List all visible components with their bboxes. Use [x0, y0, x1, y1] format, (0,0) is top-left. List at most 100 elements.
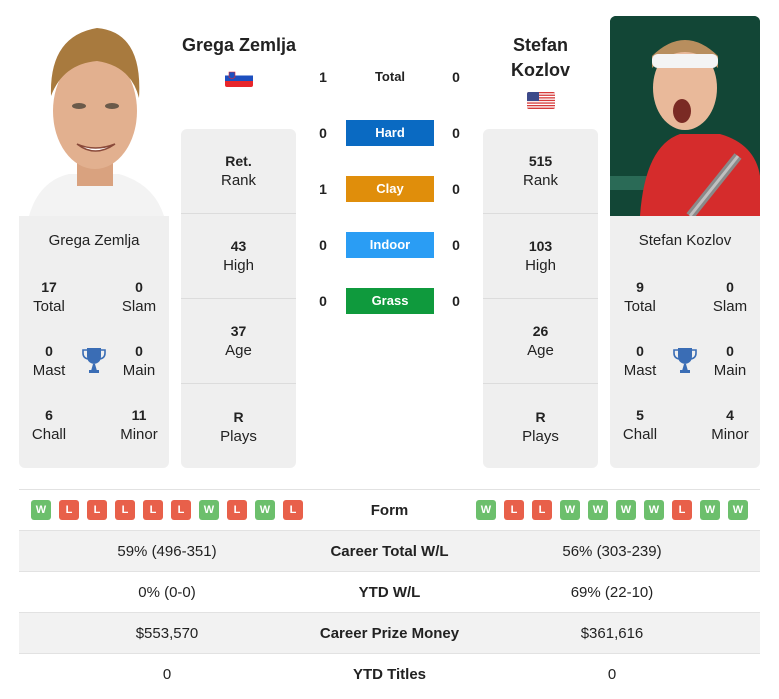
h2h-row-total: 1 Total 0 [305, 64, 475, 90]
player-photo-left[interactable] [19, 16, 169, 216]
h2h-left-count: 0 [319, 237, 327, 253]
player-name-left[interactable]: Grega Zemlja [175, 33, 303, 58]
comparison-label: Career Total W/L [330, 542, 449, 560]
comparison-right-value: 69% (22-10) [570, 583, 654, 601]
titles-card-player-name[interactable]: Grega Zemlja [19, 232, 169, 249]
form-win-badge[interactable]: W [728, 500, 748, 520]
comparison-left-value: $553,570 [135, 624, 199, 642]
form-win-badge[interactable]: W [31, 500, 51, 520]
form-loss-badge[interactable]: L [87, 500, 107, 520]
form-loss-badge[interactable]: L [227, 500, 247, 520]
comparison-row-career-wl: 59% (496-351) Career Total W/L 56% (303-… [19, 531, 760, 572]
titles-slam-value: 0 [135, 279, 143, 295]
titles-card-player-name[interactable]: Stefan Kozlov [610, 232, 760, 249]
h2h-row-grass: 0 Grass 0 [305, 288, 475, 314]
form-win-badge[interactable]: W [199, 500, 219, 520]
h2h-right-count: 0 [452, 293, 460, 309]
comparison-left-value: 0% (0-0) [138, 583, 196, 601]
plays-value: R [535, 408, 546, 425]
form-badges-left: WLLLLLWLWL [19, 500, 315, 520]
comparison-row-prize-money: $553,570 Career Prize Money $361,616 [19, 613, 760, 654]
plays-cell: R Plays [483, 384, 598, 469]
rank-label: Rank [220, 172, 257, 189]
form-win-badge[interactable]: W [616, 500, 636, 520]
form-loss-badge[interactable]: L [171, 500, 191, 520]
h2h-total-label: Total [374, 69, 406, 84]
titles-chall-value: 5 [636, 407, 644, 423]
form-loss-badge[interactable]: L [504, 500, 524, 520]
comparison-right-value: 56% (303-239) [562, 542, 662, 560]
titles-mast: 0 Mast [610, 341, 670, 381]
form-win-badge[interactable]: W [476, 500, 496, 520]
titles-minor-label: Minor [711, 426, 749, 443]
form-win-badge[interactable]: W [255, 500, 275, 520]
surface-grass-button[interactable]: Grass [346, 288, 434, 314]
titles-slam-label: Slam [121, 298, 157, 315]
form-win-badge[interactable]: W [560, 500, 580, 520]
h2h-right-count: 0 [452, 125, 460, 141]
age-label: Age [225, 342, 252, 359]
form-loss-badge[interactable]: L [143, 500, 163, 520]
h2h-row-indoor: 0 Indoor 0 [305, 232, 475, 258]
h2h-row-clay: 1 Clay 0 [305, 176, 475, 202]
form-left: WLLLLLWLWL [19, 500, 315, 520]
comparison-label: YTD Titles [352, 666, 427, 683]
player-photo-right[interactable] [610, 16, 760, 216]
titles-total: 17 Total [19, 277, 79, 317]
h2h-left-count: 1 [319, 69, 327, 85]
form-loss-badge[interactable]: L [672, 500, 692, 520]
h2h-left-count: 0 [319, 293, 327, 309]
comparison-right-value: 0 [607, 666, 617, 683]
flag-slovenia-icon [225, 70, 253, 87]
high-rank-label: High [525, 257, 556, 274]
titles-mast: 0 Mast [19, 341, 79, 381]
rank-value: 515 [528, 153, 553, 169]
titles-chall: 6 Chall [19, 405, 79, 445]
titles-chall-label: Chall [622, 426, 658, 443]
age-cell: 26 Age [483, 299, 598, 384]
titles-main: 0 Main [700, 341, 760, 381]
comparison-label: Form [370, 501, 409, 519]
trophy-icon [673, 348, 697, 373]
player-portrait-image [610, 16, 760, 216]
titles-chall-value: 6 [45, 407, 53, 423]
plays-label: Plays [220, 427, 257, 445]
high-rank-label: High [223, 257, 254, 274]
surface-hard-button[interactable]: Hard [346, 120, 434, 146]
titles-main-label: Main [122, 362, 156, 379]
rank-cell: Ret. Rank [181, 129, 296, 214]
titles-main-value: 0 [135, 343, 143, 359]
titles-minor: 4 Minor [700, 405, 760, 445]
form-win-badge[interactable]: W [644, 500, 664, 520]
surface-clay-button[interactable]: Clay [346, 176, 434, 202]
titles-main: 0 Main [109, 341, 169, 381]
titles-total-label: Total [33, 298, 65, 315]
titles-chall-label: Chall [31, 426, 67, 443]
titles-total-value: 17 [41, 279, 57, 295]
form-win-badge[interactable]: W [700, 500, 720, 520]
form-loss-badge[interactable]: L [283, 500, 303, 520]
form-right: WLLWWWWLWW [464, 500, 760, 520]
form-win-badge[interactable]: W [588, 500, 608, 520]
h2h-right-count: 0 [452, 237, 460, 253]
comparison-label: YTD W/L [358, 583, 421, 601]
titles-card-right: Stefan Kozlov 9 Total 0 Slam 0 Mast 0 Ma… [610, 216, 760, 468]
player-name-right[interactable]: Stefan Kozlov [483, 33, 598, 83]
high-rank-cell: 43 High [181, 214, 296, 299]
surface-indoor-button[interactable]: Indoor [346, 232, 434, 258]
form-loss-badge[interactable]: L [115, 500, 135, 520]
player-info-card-right: 515 Rank 103 High 26 Age R Plays [483, 129, 598, 468]
titles-minor-value: 11 [131, 407, 147, 423]
rank-value: Ret. [225, 153, 252, 169]
titles-card-left: Grega Zemlja 17 Total 0 Slam 0 Mast 0 Ma… [19, 216, 169, 468]
titles-slam: 0 Slam [700, 277, 760, 317]
plays-value: R [233, 408, 244, 425]
comparison-row-ytd-wl: 0% (0-0) YTD W/L 69% (22-10) [19, 572, 760, 613]
titles-mast-label: Mast [32, 362, 66, 379]
h2h-left-count: 0 [319, 125, 327, 141]
h2h-right-count: 0 [452, 69, 460, 85]
comparison-table: WLLLLLWLWL Form WLLWWWWLWW 59% (496-351)… [19, 489, 760, 695]
form-loss-badge[interactable]: L [59, 500, 79, 520]
form-loss-badge[interactable]: L [532, 500, 552, 520]
titles-total-value: 9 [636, 279, 644, 295]
